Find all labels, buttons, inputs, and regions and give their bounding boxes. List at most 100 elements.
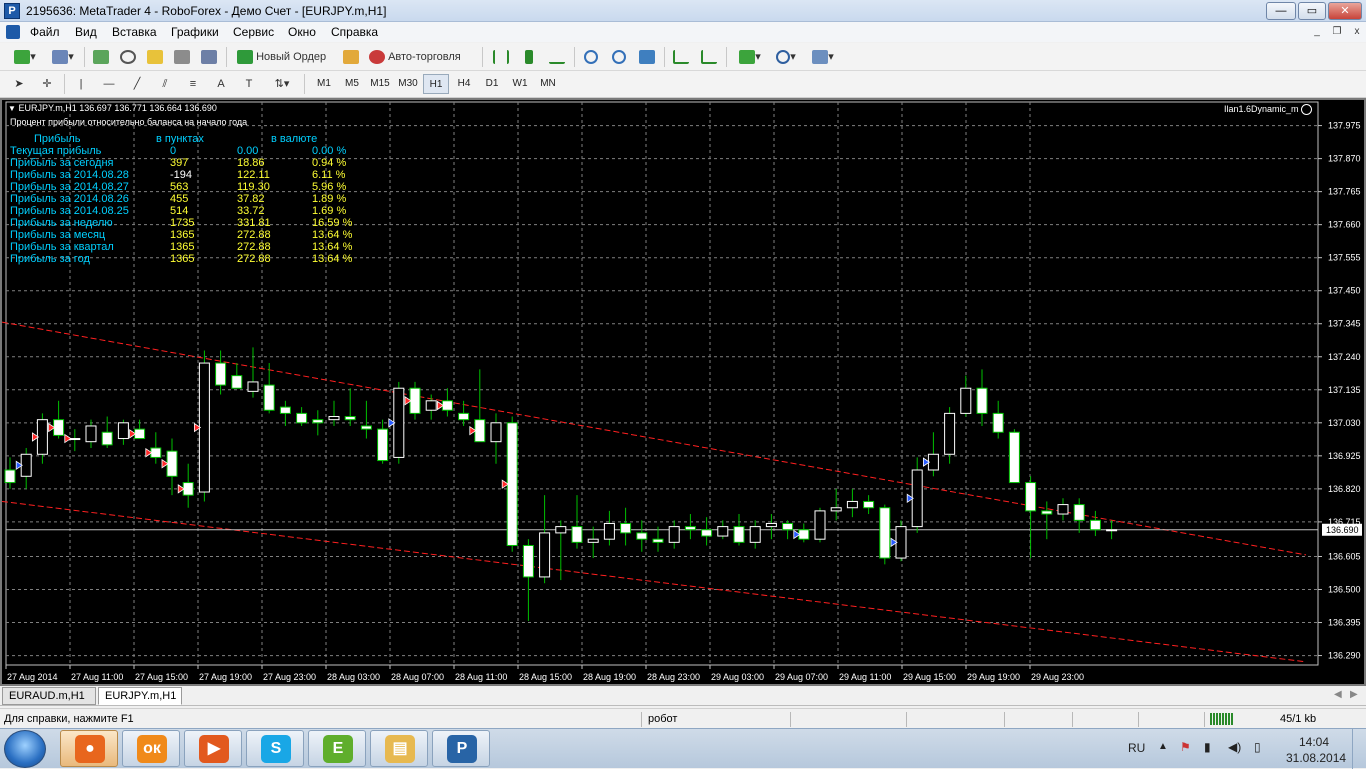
- metatrader-app-icon[interactable]: P: [4, 3, 20, 19]
- volume-icon[interactable]: ◀): [1228, 740, 1241, 754]
- data-window-button[interactable]: [117, 47, 139, 67]
- menu-file[interactable]: Файл: [30, 25, 60, 39]
- timeframe-d1[interactable]: D1: [479, 74, 505, 94]
- bear-candle: [636, 532, 648, 540]
- menu-help[interactable]: Справка: [331, 25, 378, 39]
- bull-candle: [587, 538, 599, 543]
- menu-charts[interactable]: Графики: [171, 25, 219, 39]
- start-button[interactable]: [4, 730, 46, 768]
- equidistant-channel-tool[interactable]: ⫽: [154, 74, 176, 94]
- timeframe-h1[interactable]: H1: [423, 74, 449, 94]
- profit-cell: Прибыль за неделю: [10, 217, 113, 229]
- tray-expand-icon[interactable]: ▲: [1158, 741, 1168, 752]
- fibonacci-tool[interactable]: ≡: [182, 74, 204, 94]
- tabs-scroll-right-icon[interactable]: ▶: [1350, 689, 1358, 700]
- bear-candle: [863, 500, 875, 509]
- tile-windows-button[interactable]: [636, 47, 658, 67]
- action-center-icon[interactable]: ⚑: [1180, 740, 1191, 754]
- line-chart-button[interactable]: [546, 47, 568, 67]
- maximize-button[interactable]: ▭: [1298, 2, 1326, 20]
- taskbar-explorer-button[interactable]: ▤: [370, 730, 428, 767]
- mdi-minimize-button[interactable]: _: [1308, 24, 1326, 40]
- market-watch-button[interactable]: [90, 47, 112, 67]
- profit-cell: Прибыль за 2014.08.28: [10, 169, 129, 181]
- arrows-tool[interactable]: ⇅▾: [266, 74, 298, 94]
- tab-euraud[interactable]: EURAUD.m,H1: [2, 687, 96, 705]
- candlestick-chart[interactable]: 137.975 137.870 137.765 137.660 137.555 137.4…: [2, 100, 1364, 684]
- bar-chart-button[interactable]: [490, 47, 512, 67]
- y-tick-label: 136.925: [1328, 451, 1361, 461]
- cursor-tool[interactable]: ➤: [8, 74, 30, 94]
- text-label-tool[interactable]: T: [238, 74, 260, 94]
- timeframe-m30[interactable]: M30: [395, 74, 421, 94]
- timeframe-m1[interactable]: M1: [311, 74, 337, 94]
- bear-candle: [263, 384, 275, 411]
- x-tick-label: 28 Aug 11:00: [455, 672, 507, 682]
- trendline-tool[interactable]: ╱: [126, 74, 148, 94]
- y-tick-label: 137.240: [1328, 352, 1361, 362]
- show-desktop-button[interactable]: [1352, 729, 1366, 769]
- language-indicator[interactable]: RU: [1128, 741, 1145, 755]
- zoom-out-button[interactable]: [608, 47, 630, 67]
- mdi-restore-button[interactable]: ❐: [1328, 24, 1346, 40]
- skype-icon: S: [261, 735, 291, 763]
- taskbar-firefox-button[interactable]: ●: [60, 730, 118, 767]
- new-order-button[interactable]: Новый Ордер: [234, 47, 338, 67]
- connection-status-icon[interactable]: [1210, 713, 1234, 725]
- price-chart[interactable]: 137.975 137.870 137.765 137.660 137.555 137.4…: [0, 98, 1366, 686]
- bear-candle: [701, 529, 713, 537]
- strategy-tester-button[interactable]: [198, 47, 220, 67]
- chart-shift-button[interactable]: [698, 47, 720, 67]
- metaeditor-button[interactable]: [340, 47, 362, 67]
- x-tick-label: 29 Aug 11:00: [839, 672, 891, 682]
- profiles-button[interactable]: ▾: [46, 47, 80, 67]
- bull-candle: [328, 416, 340, 421]
- clock-date[interactable]: 31.08.2014: [1286, 751, 1346, 765]
- terminal-button[interactable]: [171, 47, 193, 67]
- timeframe-mn[interactable]: MN: [535, 74, 561, 94]
- taskbar-evernote-button[interactable]: E: [308, 730, 366, 767]
- bear-candle: [312, 419, 324, 424]
- tabs-scroll-left-icon[interactable]: ◀: [1334, 689, 1342, 700]
- status-help: Для справки, нажмите F1: [4, 713, 134, 725]
- zoom-in-button[interactable]: [580, 47, 602, 67]
- text-tool[interactable]: A: [210, 74, 232, 94]
- menu-insert[interactable]: Вставка: [112, 25, 157, 39]
- clock-time[interactable]: 14:04: [1299, 735, 1329, 749]
- crosshair-tool[interactable]: ✛: [36, 74, 58, 94]
- network-icon[interactable]: ▮: [1204, 740, 1211, 754]
- taskbar-media-player-button[interactable]: ▶: [184, 730, 242, 767]
- indicators-button[interactable]: ▾: [734, 47, 766, 67]
- menu-view[interactable]: Вид: [75, 25, 97, 39]
- expert-advisor-label[interactable]: Ilan1.6Dynamic_m: [1224, 104, 1313, 116]
- timeframe-m5[interactable]: M5: [339, 74, 365, 94]
- power-icon[interactable]: ▯: [1254, 740, 1261, 754]
- timeframe-h4[interactable]: H4: [451, 74, 477, 94]
- horizontal-line-tool[interactable]: —: [98, 74, 120, 94]
- vertical-line-tool[interactable]: |: [70, 74, 92, 94]
- collapse-arrow-icon[interactable]: ▼: [8, 104, 16, 113]
- chart-symbol-info: EURJPY.m,H1 136.697 136.771 136.664 136.…: [18, 103, 217, 113]
- candlestick-button[interactable]: [518, 47, 540, 67]
- profit-cell: 122.11: [237, 169, 270, 181]
- timeframe-m15[interactable]: M15: [367, 74, 393, 94]
- mdi-close-button[interactable]: x: [1348, 24, 1366, 40]
- minimize-button[interactable]: —: [1266, 2, 1296, 20]
- auto-trading-button[interactable]: Авто-торговля: [366, 47, 476, 67]
- taskbar-skype-button[interactable]: S: [246, 730, 304, 767]
- y-tick-label: 136.820: [1328, 484, 1361, 494]
- taskbar-metatrader-button[interactable]: P: [432, 730, 490, 767]
- timeframe-w1[interactable]: W1: [507, 74, 533, 94]
- periods-button[interactable]: ▾: [770, 47, 802, 67]
- expert-name: Ilan1.6Dynamic_m: [1224, 104, 1299, 114]
- chart-autoscroll-button[interactable]: [670, 47, 692, 67]
- tab-eurjpy[interactable]: EURJPY.m,H1: [98, 687, 182, 705]
- templates-button[interactable]: ▾: [806, 47, 840, 67]
- new-chart-button[interactable]: ▾: [8, 47, 42, 67]
- menu-tools[interactable]: Сервис: [233, 25, 274, 39]
- taskbar-odnoklassniki-button[interactable]: ок: [122, 730, 180, 767]
- chart-window-icon[interactable]: [6, 25, 20, 39]
- menu-window[interactable]: Окно: [288, 25, 316, 39]
- navigator-button[interactable]: [144, 47, 166, 67]
- close-button[interactable]: ✕: [1328, 2, 1362, 20]
